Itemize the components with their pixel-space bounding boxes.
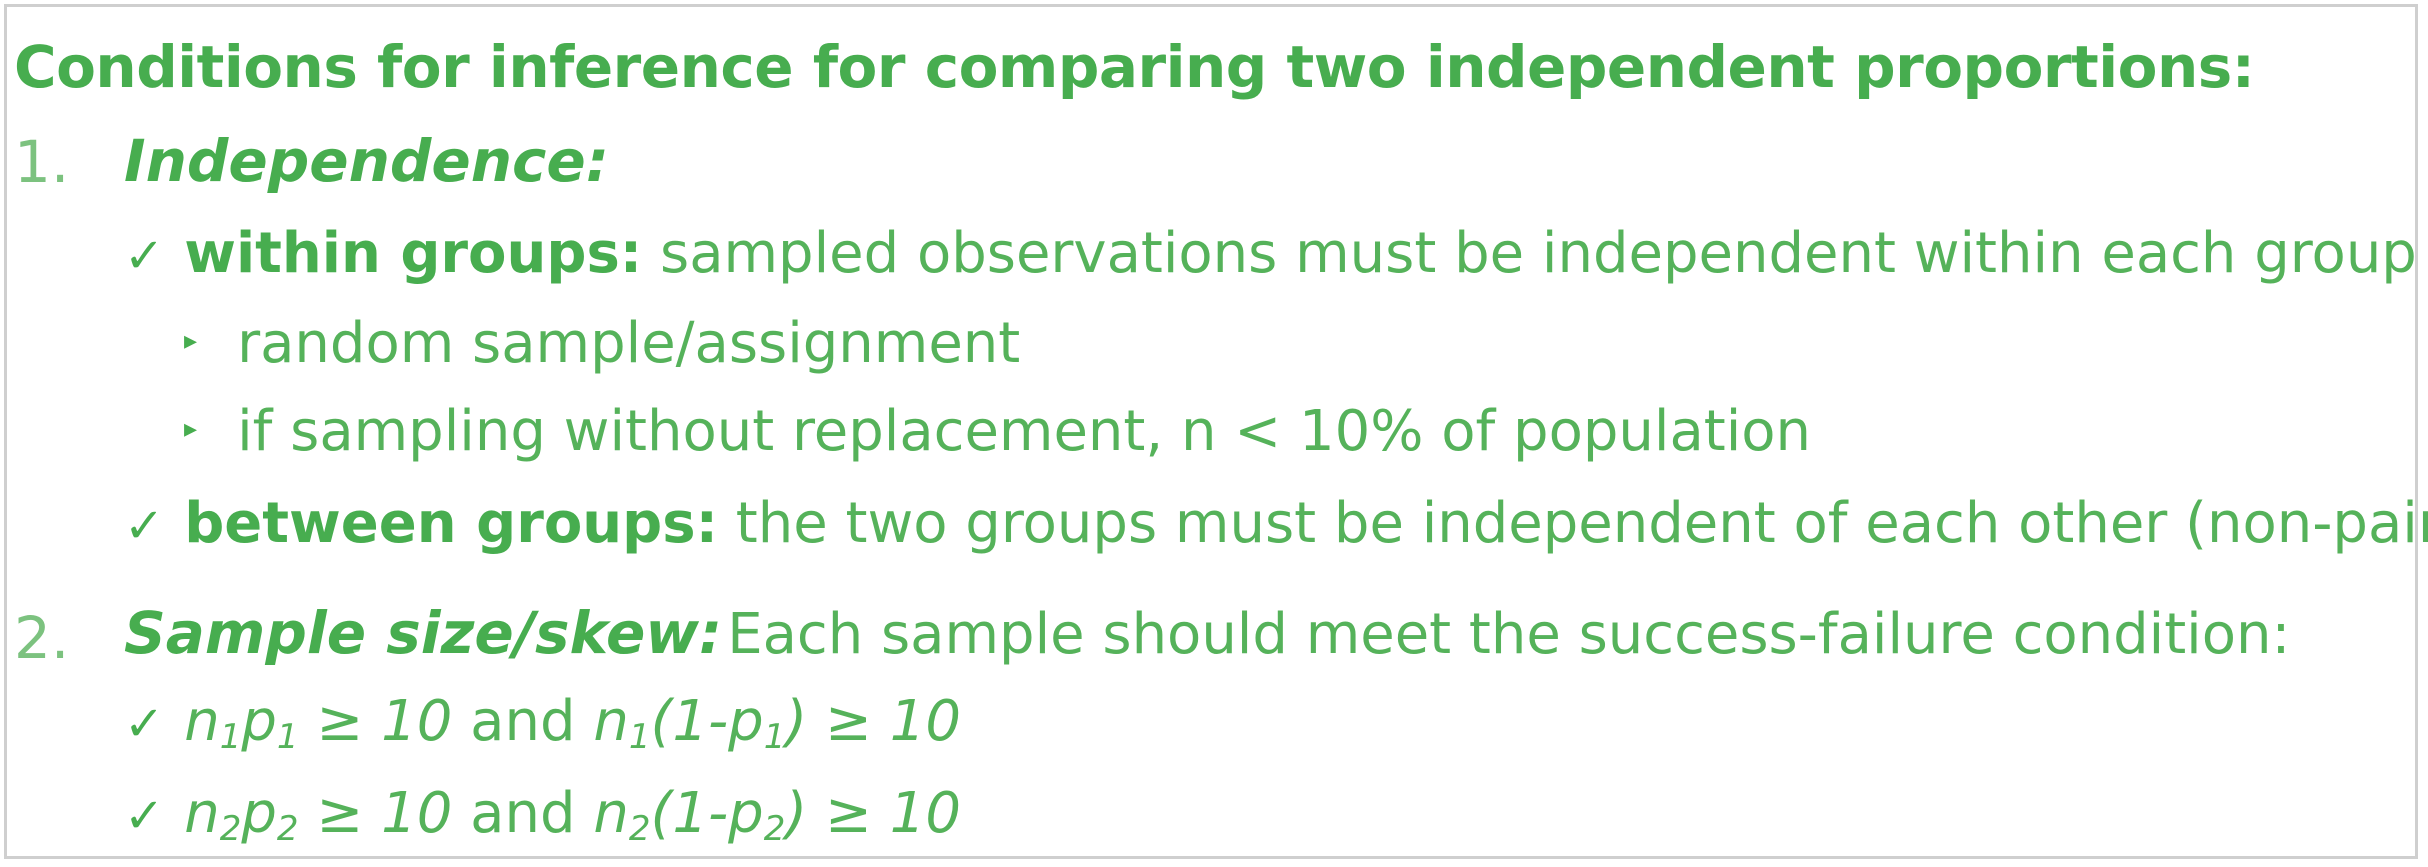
math-n: n [593, 689, 629, 754]
math-p: p [241, 689, 277, 754]
item-2-line: Sample size/skew: Each sample should mee… [124, 604, 2290, 663]
math-and: and [470, 781, 576, 846]
math-relation: ≥ 10 [316, 781, 453, 846]
bullet-text: random sample/assignment [237, 311, 1021, 376]
within-groups-text: sampled observations must be independent… [660, 221, 2417, 286]
bullet-item: ▸ random sample/assignment [184, 316, 1020, 372]
math-subscript: 1 [763, 717, 786, 757]
math-relation: ≥ 10 [825, 689, 961, 754]
math-subscript: 2 [219, 809, 242, 849]
item-2-number: 2. [14, 604, 70, 672]
check-icon: ✓ [124, 788, 165, 844]
between-groups-label: between groups: [184, 491, 718, 556]
item-1-number: 1. [14, 128, 70, 196]
math-subscript: 1 [628, 717, 651, 757]
math-subscript: 2 [276, 809, 299, 849]
math-n: n [184, 689, 220, 754]
math-relation: ≥ 10 [825, 781, 961, 846]
condition-1: ✓ n1p1 ≥ 10 and n1(1-p1) ≥ 10 [124, 694, 961, 757]
math-expression: (1-p [650, 689, 764, 754]
math-and: and [470, 689, 576, 754]
within-groups-label: within groups: [184, 221, 643, 286]
math-expression: (1-p [650, 781, 764, 846]
condition-2: ✓ n2p2 ≥ 10 and n2(1-p2) ≥ 10 [124, 786, 961, 849]
math-paren: ) [785, 689, 808, 754]
bullet-text: if sampling without replacement, n < 10%… [237, 399, 1812, 464]
math-subscript: 2 [628, 809, 651, 849]
between-groups-text: the two groups must be independent of ea… [735, 491, 2428, 556]
math-subscript: 2 [763, 809, 786, 849]
check-icon: ✓ [124, 228, 165, 284]
math-relation: ≥ 10 [316, 689, 453, 754]
within-groups-line: ✓ within groups: sampled observations mus… [124, 226, 2417, 282]
bullet-item: ▸ if sampling without replacement, n < 10… [184, 404, 1811, 460]
math-n: n [593, 781, 629, 846]
math-subscript: 1 [219, 717, 242, 757]
slide-title: Conditions for inference for comparing t… [14, 33, 2255, 101]
check-icon: ✓ [124, 696, 165, 752]
item-2-heading: Sample size/skew: [124, 599, 723, 667]
between-groups-line: ✓ between groups: the two groups must be … [124, 496, 2428, 552]
bullet-arrow-icon: ▸ [184, 325, 198, 356]
math-paren: ) [785, 781, 808, 846]
check-icon: ✓ [124, 498, 165, 554]
item-1-heading: Independence: [124, 127, 609, 195]
math-p: p [241, 781, 277, 846]
item-2-text: Each sample should meet the success-fail… [727, 602, 2291, 667]
bullet-arrow-icon: ▸ [184, 413, 198, 444]
math-subscript: 1 [276, 717, 299, 757]
math-n: n [184, 781, 220, 846]
